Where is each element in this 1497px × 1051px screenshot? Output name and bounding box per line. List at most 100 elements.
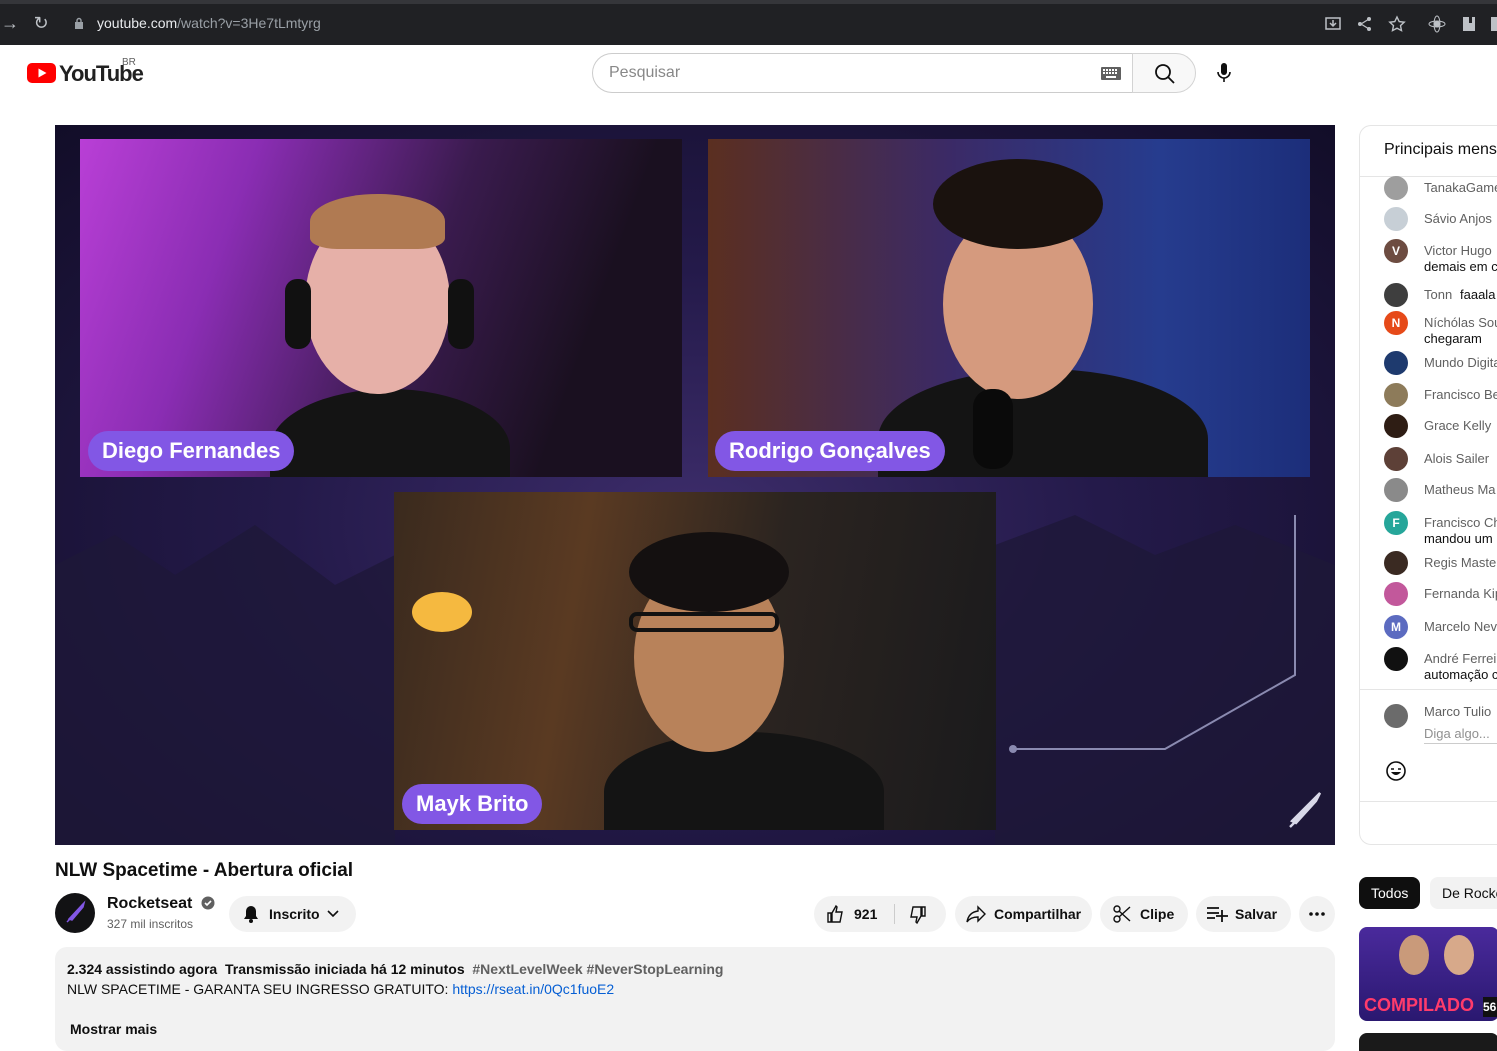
share-icon[interactable] xyxy=(1356,15,1374,33)
lock-icon[interactable] xyxy=(74,17,84,29)
divider xyxy=(1360,801,1497,802)
thumbnail-badge: 56 xyxy=(1483,997,1497,1017)
scissors-icon xyxy=(1113,905,1131,923)
stream-start: Transmissão iniciada há 12 minutos xyxy=(224,961,465,977)
chat-title[interactable]: Principais mensagens xyxy=(1384,141,1497,159)
clip-label: Clipe xyxy=(1140,906,1175,922)
recommended-thumbnail[interactable] xyxy=(1359,1033,1497,1051)
description-meta: 2.324 assistindo agora Transmissão inici… xyxy=(67,961,723,977)
chat-message: N Níchólas Sou chegaram xyxy=(1360,311,1497,347)
description-body: NLW SPACETIME - GARANTA SEU INGRESSO GRA… xyxy=(67,981,449,997)
chat-message: Fernanda Kip xyxy=(1360,582,1497,606)
chat-message: F Francisco Ch mandou um xyxy=(1360,511,1497,547)
chat-author: Grace Kelly xyxy=(1424,418,1492,433)
verified-icon xyxy=(201,896,215,910)
chat-author: Níchólas Sou xyxy=(1424,315,1497,330)
keyboard-icon[interactable] xyxy=(1101,67,1121,80)
chat-text: demais em c xyxy=(1424,259,1497,274)
avatar: N xyxy=(1384,311,1408,335)
channel-name-text: Rocketseat xyxy=(107,895,193,912)
avatar xyxy=(1384,283,1408,307)
chat-message: Tonn faaala xyxy=(1360,283,1497,307)
divider xyxy=(1360,689,1497,690)
video-title: NLW Spacetime - Abertura oficial xyxy=(55,860,354,881)
voice-search-button[interactable] xyxy=(1204,53,1244,93)
avatar xyxy=(1384,447,1408,471)
avatar xyxy=(1384,383,1408,407)
install-icon[interactable] xyxy=(1324,15,1342,33)
camera-diego: Diego Fernandes xyxy=(80,139,682,477)
current-user-avatar xyxy=(1384,704,1408,728)
recommended-thumbnail[interactable]: COMPILADO 56 xyxy=(1359,927,1497,1021)
chat-author: Mundo Digital xyxy=(1424,355,1497,370)
chat-author: Marcelo Nev xyxy=(1424,619,1497,634)
show-more-button[interactable]: Mostrar mais xyxy=(70,1021,157,1037)
like-dislike-group: 921 xyxy=(814,896,946,932)
extension-icon[interactable] xyxy=(1428,15,1446,33)
camera-mayk: Mayk Brito xyxy=(394,492,996,830)
channel-name[interactable]: Rocketseat xyxy=(107,895,215,913)
url-path: /watch?v=3He7tLmtyrg xyxy=(177,15,321,31)
chat-author: Regis Maste xyxy=(1424,555,1497,570)
channel-avatar[interactable] xyxy=(55,893,95,933)
speaker-tag: Diego Fernandes xyxy=(88,431,295,471)
more-horizontal-icon xyxy=(1309,912,1325,916)
save-button[interactable]: Salvar xyxy=(1196,896,1291,932)
chat-author: Francisco Ch xyxy=(1424,515,1497,530)
viewer-count: 2.324 assistindo agora xyxy=(67,961,218,977)
search-input[interactable]: Pesquisar xyxy=(592,53,1133,93)
reload-icon[interactable]: ↻ xyxy=(31,13,51,33)
url-host: youtube.com xyxy=(97,15,178,31)
avatar xyxy=(1384,207,1408,231)
share-button[interactable]: Compartilhar xyxy=(955,896,1092,932)
chat-message: Regis Maste xyxy=(1360,551,1497,575)
dislike-button[interactable] xyxy=(895,896,946,932)
subscriber-count: 327 mil inscritos xyxy=(107,917,194,931)
rocketseat-watermark-icon xyxy=(1289,792,1322,828)
chat-author: André Ferreir xyxy=(1424,651,1497,666)
chat-message: André Ferreir automação c xyxy=(1360,647,1497,683)
chat-message: Sávio Anjos xyxy=(1360,207,1497,231)
more-actions-button[interactable] xyxy=(1299,896,1335,932)
bookmark-icon[interactable] xyxy=(1460,15,1478,33)
chat-message: M Marcelo Nev xyxy=(1360,615,1497,639)
avatar xyxy=(1384,551,1408,575)
chat-message: Francisco Be xyxy=(1360,383,1497,407)
hashtags[interactable]: #NextLevelWeek #NeverStopLearning xyxy=(472,961,723,977)
chat-input[interactable]: Diga algo... xyxy=(1424,726,1497,744)
description-box[interactable]: 2.324 assistindo agora Transmissão inici… xyxy=(55,947,1335,1051)
thumbs-up-icon xyxy=(827,904,843,923)
chat-message: Matheus Ma xyxy=(1360,478,1497,502)
subscribe-label: Inscrito xyxy=(269,906,320,922)
rocket-icon xyxy=(66,900,86,923)
search-placeholder: Pesquisar xyxy=(609,64,681,81)
speaker-tag: Mayk Brito xyxy=(402,784,543,824)
chat-author: Francisco Be xyxy=(1424,387,1497,402)
avatar xyxy=(1384,414,1408,438)
avatar xyxy=(1384,351,1408,375)
forward-icon[interactable]: → xyxy=(0,13,20,33)
bell-icon xyxy=(244,906,258,923)
search-button[interactable] xyxy=(1132,53,1196,93)
chat-author: Sávio Anjos xyxy=(1424,211,1492,226)
subscribe-button[interactable]: Inscrito xyxy=(229,896,356,932)
chat-author: Tonn xyxy=(1424,287,1453,302)
description-link[interactable]: https://rseat.in/0Qc1fuoE2 xyxy=(452,981,614,997)
chat-author: Matheus Ma xyxy=(1424,482,1496,497)
chip-all[interactable]: Todos xyxy=(1359,877,1421,909)
star-icon[interactable] xyxy=(1388,15,1406,33)
clip-button[interactable]: Clipe xyxy=(1100,896,1188,932)
share-arrow-icon xyxy=(966,905,986,923)
emoji-icon[interactable] xyxy=(1385,760,1407,782)
sidepanel-icon[interactable] xyxy=(1490,15,1497,33)
avatar xyxy=(1384,647,1408,671)
chip-channel[interactable]: De Rocke xyxy=(1430,877,1497,909)
current-user-name: Marco Tulio xyxy=(1424,704,1492,719)
youtube-logo[interactable]: YouTube BR xyxy=(27,57,144,88)
like-button[interactable]: 921 xyxy=(814,896,894,932)
description-text: NLW SPACETIME - GARANTA SEU INGRESSO GRA… xyxy=(67,981,614,997)
video-player[interactable]: Diego Fernandes Rodrigo Gonçalves Mayk B… xyxy=(55,125,1335,845)
save-label: Salvar xyxy=(1235,906,1278,922)
address-bar[interactable]: youtube.com/watch?v=3He7tLmtyrg xyxy=(97,15,321,31)
avatar: F xyxy=(1384,511,1408,535)
